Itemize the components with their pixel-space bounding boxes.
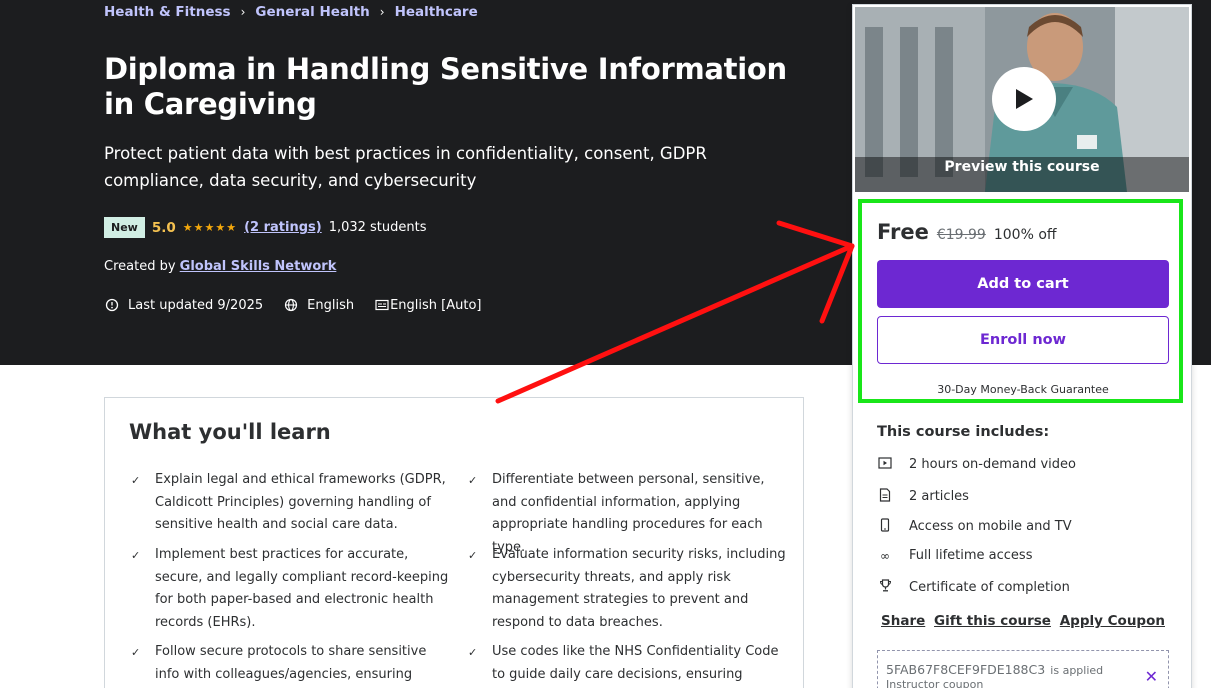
gift-course-link[interactable]: Gift this course: [934, 613, 1051, 629]
students-count: 1,032 students: [328, 220, 427, 235]
preview-label: Preview this course: [944, 159, 1100, 175]
last-updated: Last updated 9/2025: [128, 297, 264, 313]
learn-item-text: Follow secure protocols to share sensiti…: [155, 644, 427, 682]
learn-item: ✓ Explain legal and ethical frameworks (…: [131, 469, 451, 537]
breadcrumb: Health & Fitness › General Health › Heal…: [104, 4, 478, 20]
learn-item: ✓ Follow secure protocols to share sensi…: [131, 641, 451, 688]
includes-item-text: 2 hours on-demand video: [909, 457, 1076, 472]
what-you-learn-box: What you'll learn ✓ Explain legal and et…: [104, 397, 804, 688]
new-badge: New: [104, 217, 145, 238]
captions-language: English [Auto]: [390, 297, 482, 313]
share-link[interactable]: Share: [881, 613, 925, 629]
globe-icon: [283, 297, 299, 313]
alert-badge-icon: [104, 297, 120, 313]
learn-item: ✓ Evaluate information security risks, i…: [468, 544, 788, 634]
chevron-right-icon: ›: [379, 5, 385, 19]
video-icon: [877, 457, 893, 472]
includes-item-text: Access on mobile and TV: [909, 519, 1072, 534]
breadcrumb-item-health-fitness[interactable]: Health & Fitness: [104, 4, 231, 20]
breadcrumb-item-healthcare[interactable]: Healthcare: [395, 4, 478, 20]
highlight-box: [858, 199, 1183, 403]
check-icon: ✓: [131, 646, 141, 659]
ratings-count-link[interactable]: (2 ratings): [244, 220, 322, 235]
course-title: Diploma in Handling Sensitive Informatio…: [104, 52, 787, 121]
chevron-right-icon: ›: [240, 5, 246, 19]
apply-coupon-link[interactable]: Apply Coupon: [1060, 613, 1165, 629]
trophy-icon: [877, 579, 893, 595]
course-subtitle: Protect patient data with best practices…: [104, 144, 707, 190]
check-icon: ✓: [131, 549, 141, 562]
sidebar-links: Share Gift this course Apply Coupon: [881, 613, 1165, 629]
includes-item: Certificate of completion: [877, 579, 1070, 595]
created-by-label: Created by: [104, 259, 176, 274]
created-by: Created by Global Skills Network: [104, 259, 336, 274]
applied-coupon: 5FAB67F8CEF9FDE188C3 is applied Instruct…: [877, 650, 1169, 688]
includes-item-text: 2 articles: [909, 489, 969, 504]
coupon-applied-text: is applied: [1050, 664, 1104, 677]
learn-item-text: Explain legal and ethical frameworks (GD…: [155, 472, 446, 532]
course-language: English: [307, 297, 355, 313]
what-you-learn-title: What you'll learn: [129, 420, 331, 444]
course-preview-video[interactable]: Preview this course: [855, 7, 1189, 192]
play-icon: [1016, 89, 1033, 109]
check-icon: ✓: [131, 474, 141, 487]
learn-item-text: Use codes like the NHS Confidentiality C…: [492, 644, 779, 682]
includes-title: This course includes:: [877, 424, 1050, 440]
includes-item: 2 articles: [877, 488, 969, 505]
rating-value: 5.0: [151, 219, 176, 236]
learn-item: ✓ Use codes like the NHS Confidentiality…: [468, 641, 788, 686]
star-rating-icon: ★★★★★: [182, 221, 238, 234]
includes-item: ∞ Full lifetime access: [877, 548, 1032, 563]
author-link[interactable]: Global Skills Network: [180, 259, 337, 274]
coupon-code: 5FAB67F8CEF9FDE188C3: [886, 662, 1046, 677]
course-meta: Last updated 9/2025 English English [Aut…: [104, 297, 482, 313]
breadcrumb-item-general-health[interactable]: General Health: [255, 4, 369, 20]
captions-icon: [374, 297, 390, 313]
includes-item-text: Certificate of completion: [909, 579, 1070, 595]
mobile-icon: [877, 518, 893, 535]
includes-item: 2 hours on-demand video: [877, 457, 1076, 472]
close-icon[interactable]: ✕: [1145, 667, 1158, 686]
infinity-icon: ∞: [880, 548, 890, 563]
check-icon: ✓: [468, 549, 478, 562]
check-icon: ✓: [468, 646, 478, 659]
rating-row: New 5.0 ★★★★★ (2 ratings) 1,032 students: [104, 217, 427, 238]
play-button[interactable]: [992, 67, 1056, 131]
article-icon: [877, 488, 893, 505]
includes-item-text: Full lifetime access: [909, 548, 1033, 563]
learn-item: ✓ Implement best practices for accurate,…: [131, 544, 451, 634]
learn-item-text: Evaluate information security risks, inc…: [492, 547, 786, 630]
includes-item: Access on mobile and TV: [877, 518, 1072, 535]
learn-item-text: Implement best practices for accurate, s…: [155, 547, 449, 630]
coupon-type: Instructor coupon: [886, 678, 984, 688]
